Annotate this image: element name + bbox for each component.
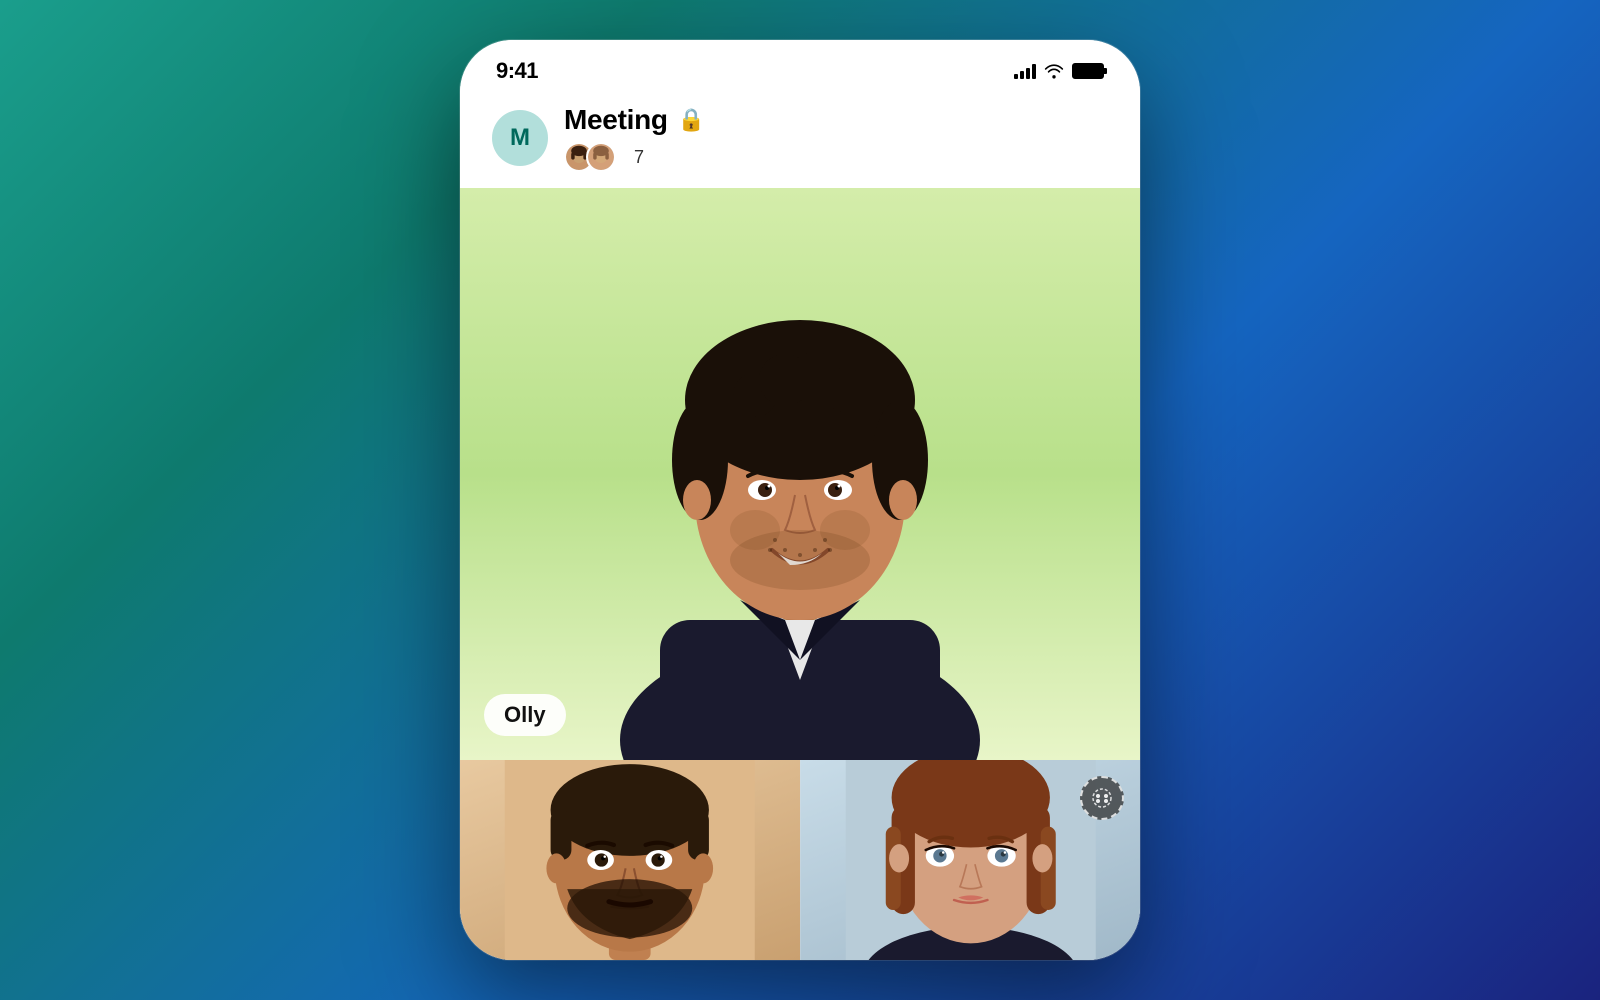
- battery-icon: [1072, 63, 1104, 79]
- call-header: M Meeting 🔒: [460, 92, 1140, 188]
- signal-bar-3: [1026, 68, 1030, 79]
- call-title-row: M Meeting 🔒: [492, 104, 1108, 172]
- participant-count: 7: [634, 147, 644, 168]
- action-button[interactable]: [1080, 776, 1124, 820]
- main-speaker-video: Olly: [460, 188, 1140, 760]
- participants-row: 7: [564, 142, 705, 172]
- thumbnail-left[interactable]: [460, 760, 800, 960]
- status-icons: [1014, 63, 1104, 79]
- meeting-info: Meeting 🔒: [564, 104, 705, 172]
- main-video-container[interactable]: Olly: [460, 188, 1140, 760]
- thumbnail-left-face: [460, 760, 800, 960]
- meeting-title-row: Meeting 🔒: [564, 104, 705, 136]
- participant-avatars: [564, 142, 616, 172]
- signal-bar-1: [1014, 74, 1018, 79]
- status-time: 9:41: [496, 58, 538, 84]
- signal-bar-4: [1032, 64, 1036, 79]
- wifi-icon: [1044, 63, 1064, 79]
- status-bar: 9:41: [460, 40, 1140, 92]
- thumbnails-row: [460, 760, 1140, 960]
- meeting-avatar: M: [492, 110, 548, 166]
- phone-frame: 9:41 M Meeting 🔒: [460, 40, 1140, 960]
- main-speaker-face: [600, 188, 1000, 760]
- lock-icon: 🔒: [678, 107, 705, 133]
- speaker-name-label: Olly: [484, 694, 566, 736]
- action-dots-icon: [1091, 787, 1113, 809]
- meeting-title: Meeting: [564, 104, 668, 136]
- avatar-letter: M: [510, 124, 530, 152]
- thumbnail-right[interactable]: [800, 760, 1141, 960]
- participant-avatar-2: [586, 142, 616, 172]
- signal-icon: [1014, 63, 1036, 79]
- signal-bar-2: [1020, 71, 1024, 79]
